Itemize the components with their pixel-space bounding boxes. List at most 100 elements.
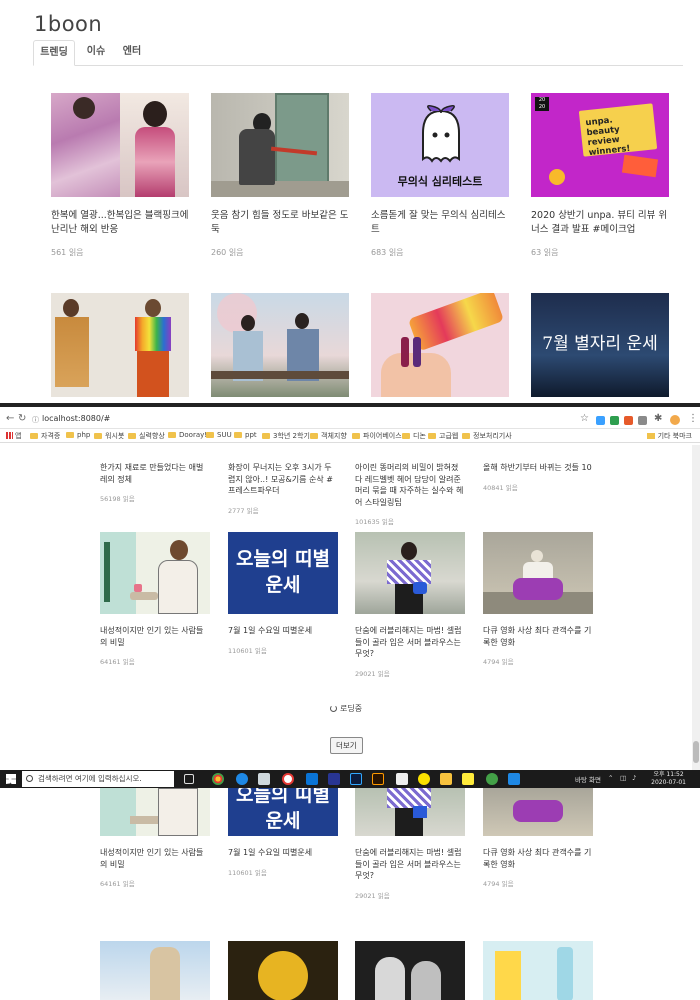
article-card[interactable]: 오늘의 띠별운세 7월 1일 수요일 띠별운세 110601 읽음 bbox=[228, 788, 338, 877]
vscode-icon[interactable] bbox=[508, 773, 520, 785]
article-thumbnail[interactable] bbox=[355, 941, 465, 1000]
bookmark-item[interactable]: 3학년 2학기 bbox=[262, 431, 310, 441]
article-thumbnail[interactable] bbox=[211, 293, 349, 397]
article-title[interactable]: 단숨에 러블리해지는 마법! 셀럽들이 골라 입은 서머 블라우스는 무엇? bbox=[355, 847, 465, 882]
app-icon[interactable] bbox=[258, 773, 270, 785]
article-card[interactable]: 무의식 심리테스트 소름돋게 잘 맞는 무의식 심리테스트 683 읽음 bbox=[371, 93, 509, 258]
article-thumbnail[interactable]: 20 20 unpa. beauty review winners! bbox=[531, 93, 669, 197]
article-title[interactable]: 한복에 열광...한복입은 블랙핑크에 난리난 해외 반응 bbox=[51, 209, 189, 239]
scrollbar-thumb[interactable] bbox=[693, 741, 699, 763]
windows-start-icon[interactable] bbox=[6, 774, 16, 784]
other-bookmarks[interactable]: 기타 북마크 bbox=[646, 431, 692, 441]
bookmark-item[interactable]: 실력향상 bbox=[128, 431, 165, 441]
ie-icon[interactable] bbox=[236, 773, 248, 785]
taskbar-clock[interactable]: 오후 11:52 2020-07-01 bbox=[651, 771, 686, 787]
back-icon[interactable]: ← bbox=[6, 413, 14, 424]
article-title[interactable]: 7월 1일 수요일 띠별운세 bbox=[228, 847, 338, 859]
article-card[interactable]: 내성적이지만 인기 있는 사람들의 비밀 64161 읽음 bbox=[100, 788, 210, 888]
reload-icon[interactable]: ↻ bbox=[18, 413, 26, 424]
article-card[interactable] bbox=[211, 293, 349, 397]
bookmark-item[interactable]: SUU bbox=[206, 431, 232, 439]
article-title[interactable]: 소름돋게 잘 맞는 무의식 심리테스트 bbox=[371, 209, 509, 239]
article-thumbnail[interactable] bbox=[51, 93, 189, 197]
volume-icon[interactable]: ♪ bbox=[632, 774, 636, 782]
article-card[interactable]: 올해 하반기부터 바뀌는 것들 10 40841 읽음 bbox=[483, 462, 593, 492]
network-icon[interactable]: ◫ bbox=[620, 774, 626, 782]
article-card[interactable]: 웃음 참기 힘들 정도로 바보같은 도둑 260 읽음 bbox=[211, 93, 349, 258]
article-card[interactable]: 다큐 영화 사상 최다 관객수를 기록한 영화 4794 읽음 bbox=[483, 532, 593, 666]
tray-arrow-icon[interactable]: ⌃ bbox=[608, 774, 613, 782]
article-thumbnail[interactable] bbox=[483, 532, 593, 614]
bookmark-item[interactable]: 객체지향 bbox=[310, 431, 347, 441]
article-title[interactable]: 웃음 참기 힘들 정도로 바보같은 도둑 bbox=[211, 209, 349, 239]
article-card[interactable]: 한복에 열광...한복입은 블랙핑크에 난리난 해외 반응 561 읽음 bbox=[51, 93, 189, 258]
article-title[interactable]: 아이린 똥머리의 비밀이 밝혀졌다 레드벨벳 헤어 담당이 알려준 머리 묶을 … bbox=[355, 462, 465, 508]
extension-icon[interactable] bbox=[638, 416, 647, 425]
extension-icon[interactable] bbox=[610, 416, 619, 425]
tab-trending[interactable]: 트렌딩 bbox=[33, 40, 75, 66]
bookmark-item[interactable]: 정보처리기사 bbox=[462, 431, 512, 441]
app-icon[interactable] bbox=[486, 773, 498, 785]
article-title[interactable]: 내성적이지만 인기 있는 사람들의 비밀 bbox=[100, 847, 210, 870]
store-icon[interactable] bbox=[396, 773, 408, 785]
info-icon[interactable]: ⓘ bbox=[32, 415, 39, 425]
bookmark-item[interactable]: Dooray! bbox=[168, 431, 207, 439]
tab-issue[interactable]: 이슈 bbox=[83, 40, 109, 66]
bookmark-item[interactable]: 워시봇 bbox=[94, 431, 124, 441]
bookmark-item[interactable]: ppt bbox=[234, 431, 257, 439]
article-thumbnail[interactable] bbox=[228, 941, 338, 1000]
article-title[interactable]: 내성적이지만 인기 있는 사람들의 비밀 bbox=[100, 625, 210, 648]
article-thumbnail[interactable] bbox=[355, 532, 465, 614]
url-field[interactable]: localhost:8080/# bbox=[42, 414, 110, 423]
load-more-button[interactable]: 더보기 bbox=[330, 737, 363, 754]
article-title[interactable]: 7월 1일 수요일 띠별운세 bbox=[228, 625, 338, 637]
article-thumbnail[interactable]: 오늘의 띠별운세 bbox=[228, 788, 338, 836]
desktop-label[interactable]: 바탕 화면 bbox=[575, 774, 601, 784]
article-card[interactable] bbox=[371, 293, 509, 397]
avatar[interactable] bbox=[670, 415, 680, 425]
folder-icon[interactable] bbox=[440, 773, 452, 785]
article-thumbnail[interactable]: 무의식 심리테스트 bbox=[371, 93, 509, 197]
star-icon[interactable]: ☆ bbox=[580, 413, 589, 424]
app-icon[interactable] bbox=[328, 773, 340, 785]
extension-icon[interactable] bbox=[596, 416, 605, 425]
article-thumbnail[interactable] bbox=[100, 941, 210, 1000]
article-card[interactable]: 아이린 똥머리의 비밀이 밝혀졌다 레드벨벳 헤어 담당이 알려준 머리 묶을 … bbox=[355, 462, 465, 526]
article-thumbnail[interactable] bbox=[371, 293, 509, 397]
task-view-icon[interactable] bbox=[184, 774, 194, 784]
article-title[interactable]: 화장이 무너지는 오후 3시가 두렵지 않아..! 모공&기름 순삭 #프레스트… bbox=[228, 462, 338, 497]
article-thumbnail[interactable] bbox=[211, 93, 349, 197]
article-title[interactable]: 단숨에 러블리해지는 마법! 셀럽들이 골라 입은 서머 블라우스는 무엇? bbox=[355, 625, 465, 660]
article-thumbnail[interactable] bbox=[51, 293, 189, 397]
sticky-notes-icon[interactable] bbox=[462, 773, 474, 785]
article-card[interactable]: 다큐 영화 사상 최다 관객수를 기록한 영화 4794 읽음 bbox=[483, 788, 593, 888]
article-thumbnail[interactable] bbox=[100, 532, 210, 614]
article-thumbnail[interactable] bbox=[483, 941, 593, 1000]
article-title[interactable]: 2020 상반기 unpa. 뷰티 리뷰 위너스 결과 발표 #메이크업 bbox=[531, 209, 669, 239]
article-card[interactable]: 7월 별자리 운세 bbox=[531, 293, 669, 397]
kakaotalk-icon[interactable] bbox=[418, 773, 430, 785]
article-card[interactable]: 단숨에 러블리해지는 마법! 셀럽들이 골라 입은 서머 블라우스는 무엇? 2… bbox=[355, 788, 465, 900]
tab-entertainment[interactable]: 엔터 bbox=[119, 40, 145, 66]
bookmark-item[interactable]: 파이어베이스 bbox=[352, 431, 402, 441]
article-title[interactable]: 올해 하반기부터 바뀌는 것들 10 bbox=[483, 462, 593, 474]
article-card[interactable]: 한가지 재료로 만들었다는 애벌레의 정체 56198 읽음 bbox=[100, 462, 210, 503]
photoshop-icon[interactable] bbox=[350, 773, 362, 785]
puzzle-icon[interactable]: ✱ bbox=[654, 413, 662, 424]
article-card[interactable]: 20 20 unpa. beauty review winners! 2020 상… bbox=[531, 93, 669, 258]
bookmark-item[interactable]: 디논 bbox=[402, 431, 426, 441]
bookmark-item[interactable]: 자격증 bbox=[30, 431, 60, 441]
article-card[interactable]: 단숨에 러블리해지는 마법! 셀럽들이 골라 입은 서머 블라우스는 무엇? 2… bbox=[355, 532, 465, 678]
bookmark-item[interactable]: 고급웹 bbox=[428, 431, 458, 441]
article-title[interactable]: 다큐 영화 사상 최다 관객수를 기록한 영화 bbox=[483, 625, 593, 648]
edge-icon[interactable] bbox=[306, 773, 318, 785]
article-title[interactable]: 다큐 영화 사상 최다 관객수를 기록한 영화 bbox=[483, 847, 593, 870]
article-title[interactable]: 한가지 재료로 만들었다는 애벌레의 정체 bbox=[100, 462, 210, 485]
bookmark-apps[interactable]: 앱 bbox=[6, 431, 21, 441]
extension-icon[interactable] bbox=[624, 416, 633, 425]
article-thumbnail[interactable] bbox=[100, 788, 210, 836]
article-thumbnail[interactable]: 오늘의 띠별운세 bbox=[228, 532, 338, 614]
article-card[interactable]: 내성적이지만 인기 있는 사람들의 비밀 64161 읽음 bbox=[100, 532, 210, 666]
scrollbar[interactable] bbox=[692, 445, 700, 790]
menu-icon[interactable]: ⋮ bbox=[688, 413, 698, 424]
